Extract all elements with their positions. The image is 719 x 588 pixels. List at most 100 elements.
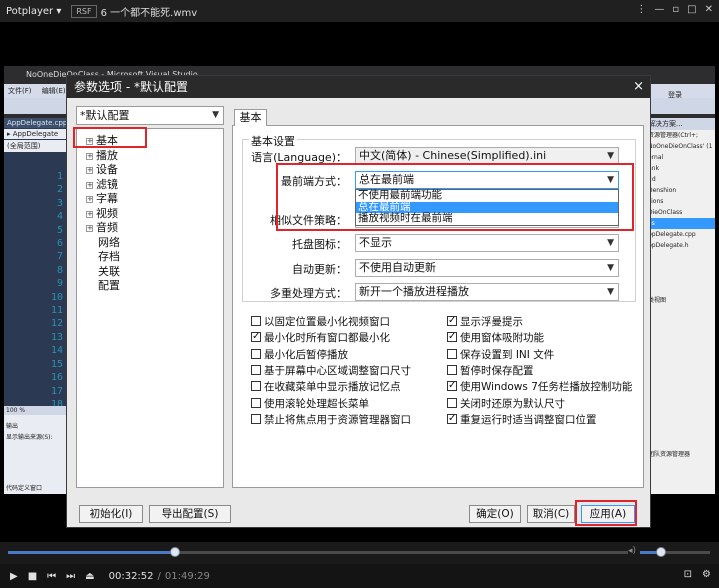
- play-icon[interactable]: ▶: [10, 571, 18, 582]
- checkbox-checked-icon[interactable]: [251, 330, 261, 344]
- option-checkbox[interactable]: 在收藏菜单中显示播放记忆点: [251, 380, 401, 394]
- option-checkbox[interactable]: 重复运行时适当调整窗口位置: [447, 412, 597, 427]
- checkbox-checked-icon[interactable]: [447, 330, 457, 344]
- speaker-icon[interactable]: ◂): [628, 546, 636, 556]
- vs-solution-item: 类视图: [648, 297, 667, 304]
- tree-item-4[interactable]: + 字幕: [77, 192, 223, 207]
- language-select[interactable]: 中文(简体) - Chinese(Simplified).ini ▼: [355, 147, 619, 165]
- expand-icon[interactable]: +: [86, 225, 93, 232]
- vs-solution-item: [646, 350, 715, 361]
- vs-menu-item: 编辑(E): [41, 87, 66, 95]
- init-button[interactable]: 初始化(I): [79, 505, 143, 523]
- player-controls: ▶ ■ ⏮ ⏭ ⏏ 00:32:52 / 01:49:29 ⊡ ⚙: [0, 564, 719, 588]
- option-checkbox[interactable]: 以固定位置最小化视频窗口: [251, 315, 390, 329]
- expand-icon[interactable]: +: [86, 167, 93, 174]
- apply-button[interactable]: 应用(A): [581, 505, 635, 523]
- option-checkbox[interactable]: 使用Windows 7任务栏播放控制功能: [447, 379, 632, 394]
- ontop-select[interactable]: 总在最前端 ▼: [355, 171, 619, 189]
- checkbox-checked-icon[interactable]: [447, 314, 457, 328]
- dialog-close-icon[interactable]: ×: [633, 76, 644, 98]
- tree-item-7[interactable]: 网络: [77, 236, 223, 251]
- option-checkbox[interactable]: 使用窗体吸附功能: [447, 330, 544, 345]
- tree-item-10[interactable]: 配置: [77, 279, 223, 294]
- volume-slider[interactable]: [640, 547, 710, 557]
- tray-select[interactable]: 不显示 ▼: [355, 234, 619, 252]
- checkbox-checked-icon[interactable]: [447, 379, 457, 393]
- option-checkbox[interactable]: 禁止将焦点用于资源管理器窗口: [251, 413, 411, 427]
- language-label: 语言(Language)：: [251, 151, 347, 164]
- tree-item-6[interactable]: + 音频: [77, 221, 223, 236]
- checkbox-icon[interactable]: [251, 413, 261, 424]
- settings-icon[interactable]: ⚙: [702, 569, 711, 580]
- ontop-option[interactable]: 播放视频时在最前端: [356, 212, 618, 225]
- cancel-button[interactable]: 取消(C): [527, 505, 575, 523]
- vs-solution-item: 2d: [648, 176, 656, 183]
- seek-bar[interactable]: [8, 547, 628, 557]
- option-checkbox[interactable]: 显示浮曼提示: [447, 314, 523, 329]
- expand-icon[interactable]: +: [86, 152, 93, 160]
- checkbox-icon[interactable]: [251, 381, 261, 392]
- option-checkbox[interactable]: 保存设置到 INI 文件: [447, 348, 554, 362]
- tab-basic[interactable]: 基本: [234, 109, 267, 126]
- dialog-title: 参数选项 - *默认配置: [74, 80, 188, 94]
- checkbox-icon[interactable]: [447, 348, 457, 359]
- checkbox-icon[interactable]: [251, 364, 261, 375]
- option-checkbox[interactable]: 关闭时还原为默认尺寸: [447, 397, 565, 411]
- checkbox-icon[interactable]: [447, 397, 457, 408]
- ontop-dropdown-list: 不使用最前端功能 总在最前端 播放视频时在最前端: [355, 189, 619, 226]
- vs-line-number: 12: [50, 318, 63, 330]
- expand-icon[interactable]: +: [86, 138, 93, 145]
- previous-icon[interactable]: ⏮: [47, 571, 56, 582]
- tray-label: 托盘图标：: [292, 238, 347, 251]
- open-icon[interactable]: ⏏: [85, 571, 94, 582]
- vs-zoom: 100 %: [4, 406, 66, 415]
- chevron-down-icon: ▼: [607, 238, 614, 248]
- option-checkbox[interactable]: 使用滚轮处理超长菜单: [251, 397, 369, 411]
- tree-item-2[interactable]: + 设备: [77, 163, 223, 178]
- update-select[interactable]: 不使用自动更新 ▼: [355, 259, 619, 277]
- vs-solution-item: ppDelegate.cpp: [648, 231, 696, 238]
- tree-item-8[interactable]: 存档: [77, 250, 223, 265]
- profile-select[interactable]: *默认配置 ▼: [76, 106, 224, 125]
- next-icon[interactable]: ⏭: [66, 571, 75, 582]
- stop-icon[interactable]: ■: [28, 571, 37, 582]
- export-config-button[interactable]: 导出配置(S): [149, 505, 231, 523]
- pin-icon[interactable]: ⋮: [636, 4, 646, 15]
- player-menu-button[interactable]: Potplayer ▾: [0, 6, 71, 17]
- option-checkbox[interactable]: 暂停时保存配置: [447, 364, 534, 378]
- checkbox-icon[interactable]: [251, 348, 261, 359]
- tree-item-9[interactable]: 关联: [77, 265, 223, 280]
- option-checkbox[interactable]: 基于屏幕中心区域调整窗口尺寸: [251, 364, 411, 378]
- multi-process-select[interactable]: 新开一个播放进程播放 ▼: [355, 283, 619, 301]
- vs-line-number: 1: [56, 171, 63, 182]
- expand-icon[interactable]: +: [86, 196, 93, 203]
- maximize-icon[interactable]: □: [687, 4, 696, 15]
- tray-value: 不显示: [359, 236, 392, 249]
- capture-icon[interactable]: ⊡: [684, 569, 692, 580]
- expand-icon[interactable]: +: [86, 210, 93, 218]
- vs-solution-item: Denshion: [648, 187, 677, 194]
- vs-line-number: 7: [56, 251, 63, 263]
- checkbox-checked-icon[interactable]: [447, 412, 457, 426]
- mini-icon[interactable]: ▫: [672, 4, 679, 15]
- close-icon[interactable]: ✕: [705, 4, 713, 15]
- tree-item-label: 网络: [98, 235, 120, 249]
- tree-item-1[interactable]: + 播放: [77, 149, 223, 164]
- checkbox-icon[interactable]: [447, 364, 457, 375]
- minimize-icon[interactable]: —: [654, 4, 664, 15]
- ontop-option[interactable]: 不使用最前端功能: [356, 189, 618, 202]
- option-checkbox[interactable]: 最小化时所有窗口都最小化: [251, 330, 390, 345]
- option-checkbox[interactable]: 最小化后暂停播放: [251, 348, 348, 362]
- vs-line-number: 17: [50, 385, 63, 397]
- seek-handle[interactable]: [170, 547, 181, 557]
- ok-button[interactable]: 确定(O): [469, 505, 521, 523]
- chevron-down-icon: ▼: [212, 110, 219, 120]
- tree-item-5[interactable]: + 视频: [77, 207, 223, 222]
- tree-item-0[interactable]: + 基本: [77, 134, 223, 149]
- volume-handle[interactable]: [656, 547, 666, 557]
- vs-line-number: 9: [56, 278, 63, 290]
- checkbox-icon[interactable]: [251, 316, 261, 326]
- tree-item-3[interactable]: + 滤镜: [77, 178, 223, 193]
- checkbox-icon[interactable]: [251, 397, 261, 408]
- expand-icon[interactable]: +: [86, 181, 93, 189]
